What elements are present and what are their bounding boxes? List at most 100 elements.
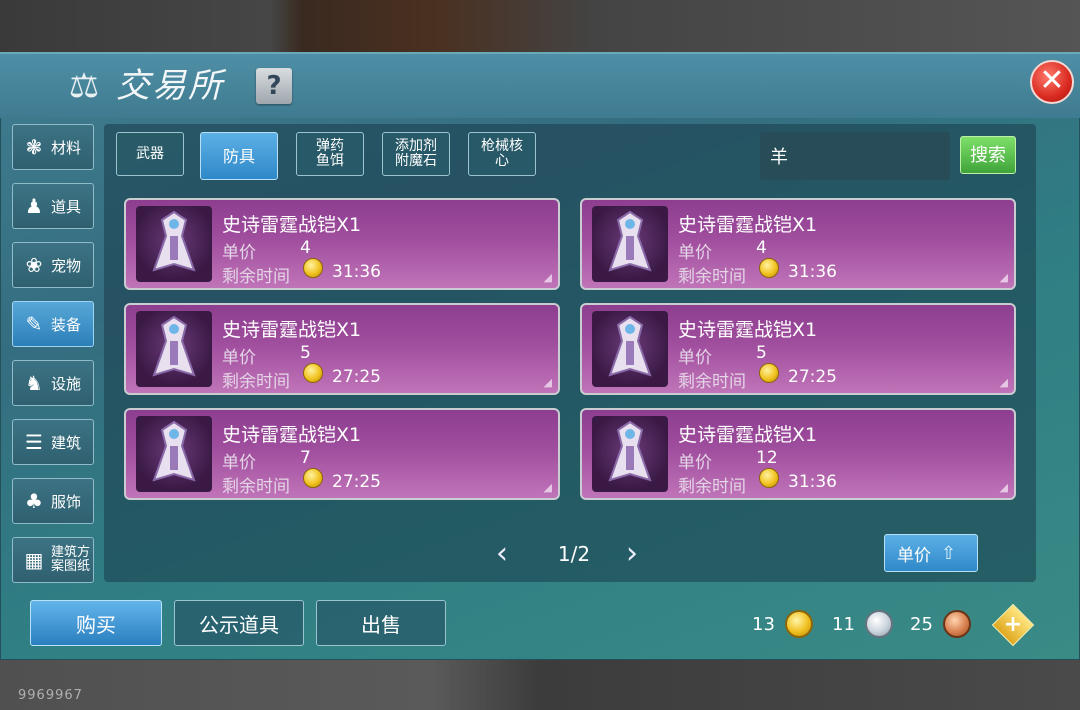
time-row: 剩余时间 27:25 xyxy=(222,367,381,392)
time-value: 27:25 xyxy=(332,472,381,492)
search-input[interactable] xyxy=(760,132,950,180)
sort-by-price-button[interactable]: 单价 ⇧ xyxy=(884,534,978,572)
armor-item-icon xyxy=(136,206,212,282)
blueprint-icon: ▦ xyxy=(24,548,44,572)
price-row: 单价 12 xyxy=(678,448,779,488)
time-row: 剩余时间 27:25 xyxy=(222,472,381,497)
price-value: 4 xyxy=(756,238,767,258)
page-indicator: 1/2 xyxy=(557,542,591,566)
corner-mark-icon: ◢ xyxy=(999,376,1008,389)
silver-coin-icon xyxy=(864,610,893,638)
pet-paw-icon: ❀ xyxy=(25,253,43,277)
price-row: 单价 7 xyxy=(222,448,323,488)
category-label: 材料 xyxy=(51,138,82,157)
armor-item-icon xyxy=(592,206,668,282)
tab-additives[interactable]: 添加剂 附魔石 xyxy=(382,132,450,176)
exchange-window: ⚖ 交易所 ? ✕ ❃ 材料 ♟ 道具 ❀ 宠物 ✎ 装备 ♞ 设施 ☰ 建筑 … xyxy=(0,52,1080,660)
listing-card[interactable]: 史诗雷霆战铠X1 单价 12 剩余时间 31:36 ◢ xyxy=(580,408,1016,500)
sort-label: 单价 xyxy=(897,545,931,566)
gold-coin-icon xyxy=(303,363,323,383)
time-label: 剩余时间 xyxy=(678,477,746,497)
prev-page-button[interactable]: ‹ xyxy=(490,539,514,570)
category-materials[interactable]: ❃ 材料 xyxy=(12,124,94,170)
armor-item-icon xyxy=(592,416,668,492)
scales-icon: ⚖ xyxy=(68,66,100,106)
time-label: 剩余时间 xyxy=(222,372,290,392)
plus-icon: + xyxy=(1003,612,1023,637)
help-button[interactable]: ? xyxy=(256,68,292,104)
tab-gun-core[interactable]: 枪械核 心 xyxy=(468,132,536,176)
price-label: 单价 xyxy=(222,348,256,368)
price-value-group: 5 xyxy=(300,343,323,383)
tab-ammo-bait[interactable]: 弹药 鱼饵 xyxy=(296,132,364,176)
player-id-watermark: 9969967 xyxy=(18,688,83,703)
price-value: 7 xyxy=(300,448,311,468)
gold-coin-icon xyxy=(784,610,813,638)
time-value: 31:36 xyxy=(788,262,837,282)
price-label: 单价 xyxy=(678,453,712,473)
sell-button[interactable]: 出售 xyxy=(316,600,446,646)
search-button[interactable]: 搜索 xyxy=(960,136,1016,174)
gold-currency: 13 xyxy=(752,610,813,638)
title-bar: ⚖ 交易所 ? ✕ xyxy=(0,54,1080,118)
item-name: 史诗雷霆战铠X1 xyxy=(678,424,818,446)
price-row: 单价 5 xyxy=(678,343,779,383)
category-label: 服饰 xyxy=(51,492,82,511)
price-label: 单价 xyxy=(222,453,256,473)
window-title: 交易所 xyxy=(116,66,224,106)
time-value: 27:25 xyxy=(788,367,837,387)
tab-weapons[interactable]: 武器 xyxy=(116,132,184,176)
gold-coin-icon xyxy=(303,258,323,278)
listing-card[interactable]: 史诗雷霆战铠X1 单价 4 剩余时间 31:36 ◢ xyxy=(124,198,560,290)
item-name: 史诗雷霆战铠X1 xyxy=(222,424,362,446)
item-name: 史诗雷霆战铠X1 xyxy=(222,214,362,236)
sort-arrow-icon: ⇧ xyxy=(941,542,957,564)
listing-card[interactable]: 史诗雷霆战铠X1 单价 5 剩余时间 27:25 ◢ xyxy=(124,303,560,395)
gold-coin-icon xyxy=(759,258,779,278)
materials-icon: ❃ xyxy=(25,135,43,159)
corner-mark-icon: ◢ xyxy=(543,271,552,284)
price-value-group: 4 xyxy=(300,238,323,278)
category-blueprints[interactable]: ▦ 建筑方 案图纸 xyxy=(12,537,94,583)
listing-card[interactable]: 史诗雷霆战铠X1 单价 5 剩余时间 27:25 ◢ xyxy=(580,303,1016,395)
listing-card[interactable]: 史诗雷霆战铠X1 单价 7 剩余时间 27:25 ◢ xyxy=(124,408,560,500)
time-label: 剩余时间 xyxy=(222,267,290,287)
category-pets[interactable]: ❀ 宠物 xyxy=(12,242,94,288)
equipment-icon: ✎ xyxy=(25,312,43,336)
tab-armor[interactable]: 防具 xyxy=(200,132,278,180)
corner-mark-icon: ◢ xyxy=(543,376,552,389)
category-items[interactable]: ♟ 道具 xyxy=(12,183,94,229)
listing-card[interactable]: 史诗雷霆战铠X1 单价 4 剩余时间 31:36 ◢ xyxy=(580,198,1016,290)
corner-mark-icon: ◢ xyxy=(999,481,1008,494)
category-facilities[interactable]: ♞ 设施 xyxy=(12,360,94,406)
items-icon: ♟ xyxy=(25,194,43,218)
close-button[interactable]: ✕ xyxy=(1030,60,1074,104)
armor-item-icon xyxy=(136,311,212,387)
time-label: 剩余时间 xyxy=(678,267,746,287)
category-equipment[interactable]: ✎ 装备 xyxy=(12,301,94,347)
category-label: 装备 xyxy=(51,315,82,334)
category-buildings[interactable]: ☰ 建筑 xyxy=(12,419,94,465)
bronze-currency: 25 xyxy=(910,610,971,638)
public-items-button[interactable]: 公示道具 xyxy=(174,600,304,646)
next-page-button[interactable]: › xyxy=(620,539,644,570)
time-row: 剩余时间 31:36 xyxy=(222,262,381,287)
background-scene-bottom xyxy=(0,658,1080,710)
add-currency-button[interactable]: + xyxy=(991,603,1035,647)
category-label: 道具 xyxy=(51,197,82,216)
buy-button[interactable]: 购买 xyxy=(30,600,162,646)
price-label: 单价 xyxy=(678,348,712,368)
time-row: 剩余时间 27:25 xyxy=(678,367,837,392)
price-value: 12 xyxy=(756,448,778,468)
time-row: 剩余时间 31:36 xyxy=(678,472,837,497)
bronze-amount: 25 xyxy=(910,613,933,635)
price-row: 单价 5 xyxy=(222,343,323,383)
price-value-group: 5 xyxy=(756,343,779,383)
gold-coin-icon xyxy=(303,468,323,488)
category-label: 建筑 xyxy=(51,433,82,452)
time-label: 剩余时间 xyxy=(222,477,290,497)
item-name: 史诗雷霆战铠X1 xyxy=(222,319,362,341)
price-value: 4 xyxy=(300,238,311,258)
category-clothing[interactable]: ♣ 服饰 xyxy=(12,478,94,524)
armor-item-icon xyxy=(136,416,212,492)
